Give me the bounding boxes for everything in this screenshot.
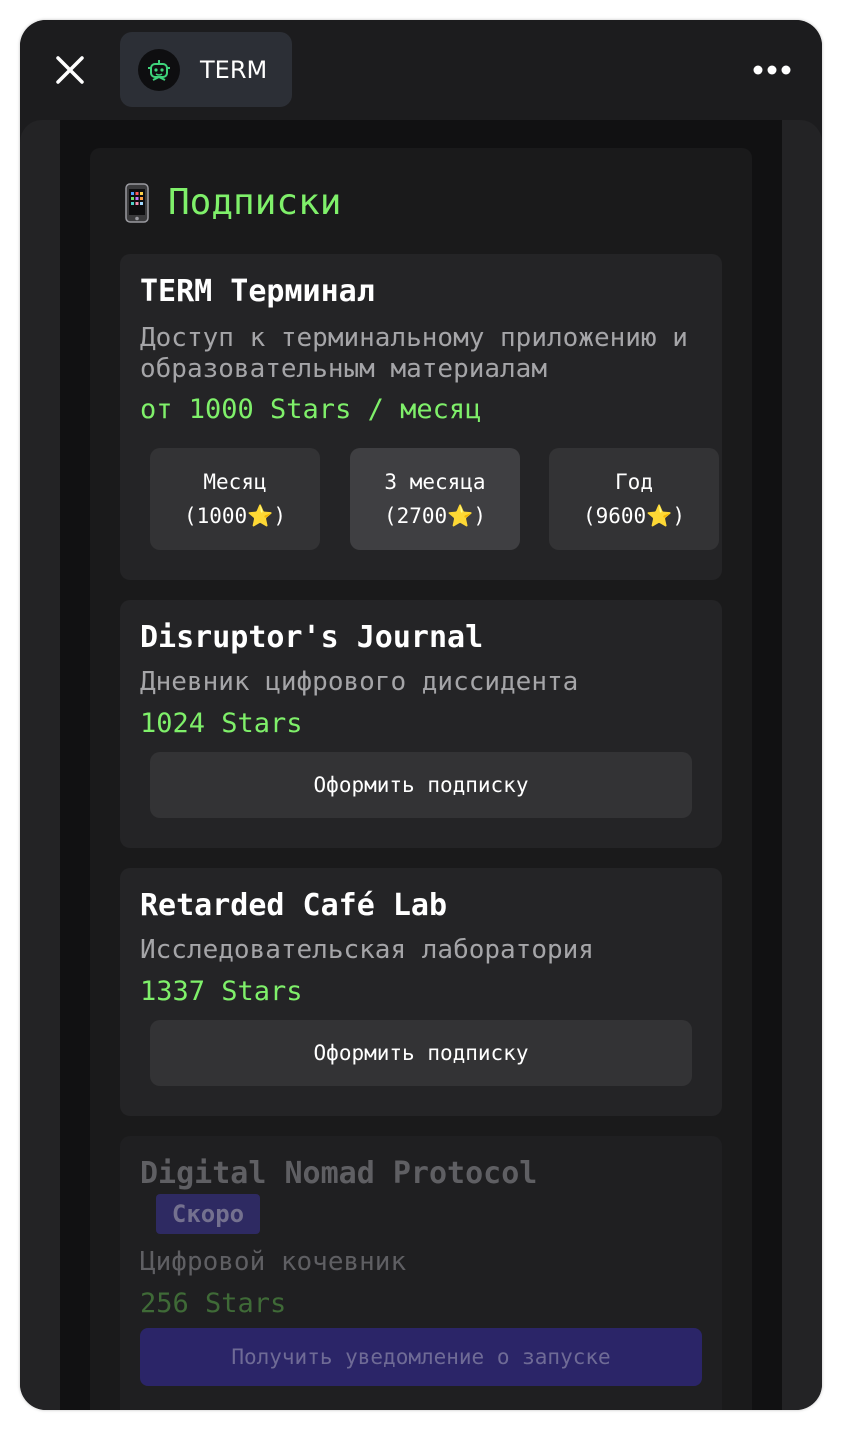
inner-frame: Подписки TERM Терминал Доступ к терминал… [60,120,782,1410]
page-title: Подписки [168,182,342,223]
subscription-card-term: TERM Терминал Доступ к терминальному при… [120,254,722,580]
subscription-card-digital-nomad-protocol: Digital Nomad Protocol Скоро Цифровой ко… [120,1136,722,1410]
page-heading: Подписки [124,182,341,223]
plan-month-button[interactable]: Месяц (1000⭐) [150,448,320,550]
card-price: 1024 Stars [140,708,303,739]
plan-label: Год [615,470,653,494]
card-title: Disruptor's Journal [140,620,484,655]
coming-soon-badge: Скоро [156,1194,260,1234]
plan-price: (1000⭐) [183,504,286,528]
card-title: Digital Nomad Protocol [140,1156,538,1191]
more-button[interactable] [748,58,796,82]
plan-price: (9600⭐) [582,504,685,528]
subscription-card-disruptors-journal: Disruptor's Journal Дневник цифрового ди… [120,600,722,848]
card-description: Цифровой кочевник [140,1247,407,1277]
card-description: Исследовательская лаборатория [140,935,594,965]
subscribe-button[interactable]: Оформить подписку [150,1020,692,1086]
subscription-card-retarded-cafe-lab: Retarded Café Lab Исследовательская лабо… [120,868,722,1116]
notify-launch-button[interactable]: Получить уведомление о запуске [140,1328,702,1386]
card-price: от 1000 Stars / месяц [140,394,482,425]
card-description: Дневник цифрового диссидента [140,667,579,697]
card-title: Retarded Café Lab [140,888,448,923]
close-button[interactable] [50,50,90,90]
card-description: Доступ к терминальному приложению и обра… [140,323,688,384]
subscriptions-panel: Подписки TERM Терминал Доступ к терминал… [90,148,752,1410]
plan-label: Месяц [203,470,267,494]
app-title-pill[interactable]: TERM [120,32,292,107]
more-icon [753,65,791,75]
plan-label: 3 месяца [384,470,486,494]
plan-3-months-button[interactable]: 3 месяца (2700⭐) [350,448,520,550]
plan-year-button[interactable]: Год (9600⭐) [549,448,719,550]
close-icon [56,56,84,84]
mini-app-window: TERM Подписки TERM Терминал Доступ к тер… [20,20,822,1410]
robot-avatar-icon [138,48,180,91]
card-price: 256 Stars [140,1288,287,1319]
mobile-phone-icon [125,182,149,223]
plan-price: (2700⭐) [383,504,486,528]
card-price: 1337 Stars [140,976,303,1007]
card-title: TERM Терминал [140,274,375,309]
content-area: Подписки TERM Терминал Доступ к терминал… [20,120,822,1410]
subscribe-button[interactable]: Оформить подписку [150,752,692,818]
app-title: TERM [200,55,268,84]
top-bar: TERM [20,20,822,120]
